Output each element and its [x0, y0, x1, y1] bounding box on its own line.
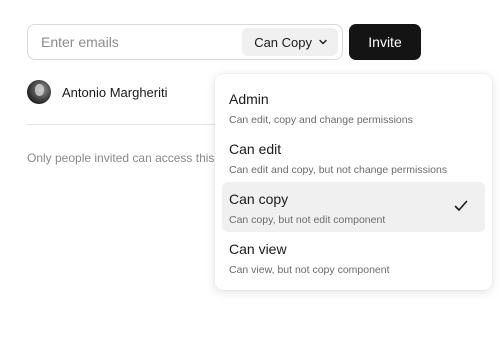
- chevron-down-icon: [319, 39, 327, 45]
- email-field-container: Can Copy: [27, 24, 343, 60]
- option-description: Can edit, copy and change permissions: [229, 114, 413, 126]
- option-can-edit[interactable]: Can edit Can edit and copy, but not chan…: [222, 132, 485, 182]
- permission-dropdown-menu: Admin Can edit, copy and change permissi…: [215, 74, 492, 290]
- share-panel: Can Copy Invite Antonio Margheriti Only …: [0, 0, 500, 343]
- option-description: Can view, but not copy component: [229, 264, 390, 276]
- option-description: Can copy, but not edit component: [229, 214, 386, 226]
- option-title: Can view: [229, 241, 287, 257]
- check-icon: [454, 200, 468, 211]
- invite-row: Can Copy Invite: [27, 24, 421, 60]
- option-can-view[interactable]: Can view Can view, but not copy componen…: [222, 232, 485, 282]
- option-description: Can edit and copy, but not change permis…: [229, 164, 448, 176]
- member-name: Antonio Margheriti: [62, 84, 168, 100]
- permission-select[interactable]: Can Copy: [242, 28, 338, 56]
- option-title: Can copy: [229, 191, 289, 207]
- access-note: Only people invited can access this: [27, 151, 215, 165]
- option-admin[interactable]: Admin Can edit, copy and change permissi…: [222, 82, 485, 132]
- email-input[interactable]: [41, 34, 231, 50]
- option-can-copy[interactable]: Can copy Can copy, but not edit componen…: [222, 182, 485, 232]
- option-title: Admin: [229, 91, 269, 107]
- option-title: Can edit: [229, 141, 282, 157]
- invite-button[interactable]: Invite: [349, 24, 421, 60]
- avatar: [27, 80, 51, 104]
- member-row: Antonio Margheriti: [27, 80, 168, 104]
- permission-select-label: Can Copy: [254, 34, 312, 50]
